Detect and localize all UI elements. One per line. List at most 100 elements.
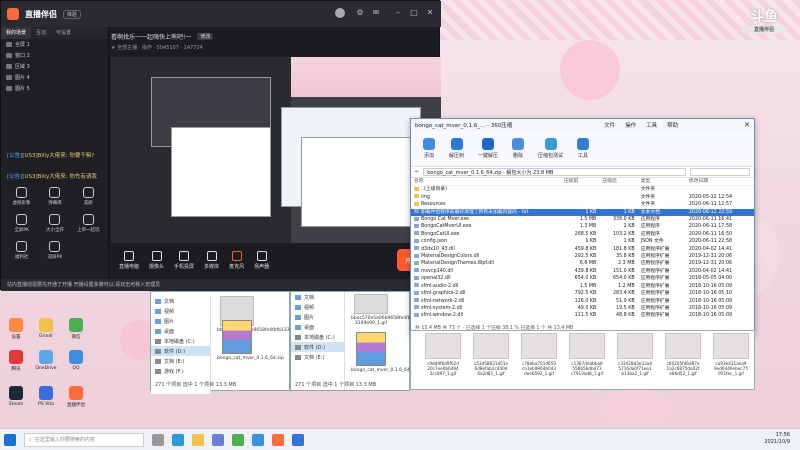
taskbar-clock[interactable]: 17:56 2021/10/9 bbox=[764, 432, 790, 446]
menu-tools[interactable]: 工具 bbox=[646, 121, 657, 129]
close-icon[interactable]: ✕ bbox=[744, 121, 750, 129]
sidebar-item-video[interactable]: 视频 bbox=[151, 306, 210, 316]
source-camera[interactable]: 摄像头 bbox=[149, 251, 164, 270]
desktop-icon[interactable]: QQ bbox=[64, 350, 88, 371]
sidebar-item-d-drive[interactable]: 软件 (D:) bbox=[291, 342, 344, 352]
menu-operate[interactable]: 操作 bbox=[625, 121, 636, 129]
tool-fullsize[interactable]: 大小全开 bbox=[38, 214, 71, 233]
wechat-icon[interactable] bbox=[232, 433, 244, 446]
zip-app-icon[interactable] bbox=[292, 433, 304, 446]
table-row[interactable]: img 文件夹 2020-05-12 12:54 bbox=[411, 194, 754, 201]
menu-file[interactable]: 文件 bbox=[604, 121, 615, 129]
sidebar-item-video[interactable]: 视频 bbox=[291, 302, 344, 312]
app-badge[interactable]: 体验 bbox=[63, 9, 82, 19]
table-row[interactable]: sfml-system-2.dll 49.0 KB 19.5 KB 应用程序扩展 201… bbox=[411, 305, 754, 312]
col-size[interactable]: 压缩前 bbox=[561, 178, 600, 187]
thumbnail-item[interactable]: c1387ddabba8 556b5bdb473 c7913ad8_1.gif bbox=[567, 333, 607, 376]
sidebar-item-desktop[interactable]: 桌面 bbox=[151, 326, 210, 336]
tool-beauty[interactable]: 美颜 bbox=[72, 187, 105, 206]
tool-danmaku[interactable]: 弹幕库 bbox=[38, 187, 71, 206]
table-row[interactable]: config.json 1 KB 1 KB JSON 文件 2020-06-11 22:… bbox=[411, 238, 754, 245]
table-row[interactable]: Bongo Cat Mver.exe 1.5 MB 338.0 KB 应用程序 2020… bbox=[411, 216, 754, 223]
store-icon[interactable] bbox=[212, 433, 224, 446]
source-media[interactable]: 多媒体 bbox=[204, 251, 219, 270]
desktop-icon[interactable]: Grindr bbox=[34, 318, 58, 339]
folder-icon[interactable] bbox=[192, 433, 204, 446]
table-row[interactable]: BongoCatUI.exe 268.5 KB 103.2 KB 应用程序 2020-0… bbox=[411, 231, 754, 238]
extract-to-button[interactable]: 解压到 bbox=[449, 138, 464, 159]
gear-icon[interactable]: ⚙ bbox=[355, 8, 365, 18]
tool-pk[interactable]: 全屏PK bbox=[5, 214, 38, 233]
file-item[interactable]: bongo_cat_mver_0.1.6_64.zip bbox=[217, 320, 284, 361]
sidebar-item-pictures[interactable]: 图片 bbox=[151, 316, 210, 326]
minimize-icon[interactable]: – bbox=[393, 8, 403, 18]
desktop-icon[interactable]: 微信 bbox=[64, 318, 88, 340]
tab-interact[interactable]: 互动 bbox=[31, 27, 51, 39]
sidebar-item-e-drive[interactable]: 文档 (E:) bbox=[291, 352, 344, 362]
scene-item[interactable]: 图片 5 bbox=[1, 83, 108, 94]
sidebar-item-f-drive[interactable]: 游戏 (F:) bbox=[151, 366, 210, 376]
stream-preview[interactable] bbox=[111, 57, 441, 243]
desktop-icon[interactable]: 直播伴侣 bbox=[64, 386, 88, 408]
col-type[interactable]: 类型 bbox=[637, 178, 686, 187]
table-row[interactable]: msvcp140.dll 439.8 KB 151.0 KB 应用程序扩展 2020-0… bbox=[411, 268, 754, 275]
stream-app-icon[interactable] bbox=[272, 433, 284, 446]
tool-avatar[interactable]: 虚拟形象 bbox=[5, 187, 38, 206]
close-icon[interactable]: ✕ bbox=[425, 8, 435, 18]
taskbar-search[interactable]: ⌕ 在这里输入你要搜索的内容 bbox=[24, 432, 144, 447]
scene-item[interactable]: 图片 4 bbox=[1, 72, 108, 83]
avatar[interactable] bbox=[335, 8, 345, 18]
col-name[interactable]: 名称 bbox=[411, 178, 561, 187]
table-row[interactable]: ..(上级目录) 文件夹 bbox=[411, 186, 754, 194]
desktop-icon[interactable]: PS Vita bbox=[34, 386, 58, 407]
sidebar-item-desktop[interactable]: 桌面 bbox=[291, 322, 344, 332]
tool-dual-pk[interactable]: 双屏PK bbox=[38, 241, 71, 260]
table-row[interactable]: sfml-graphics-2.dll 792.5 KB 283.4 KB 应用程序扩… bbox=[411, 290, 754, 297]
mail-icon[interactable]: ✉ bbox=[371, 8, 381, 18]
desktop-icon[interactable]: Steam bbox=[4, 386, 28, 407]
mic-toggle[interactable]: 麦克风 bbox=[229, 251, 244, 270]
sidebar-item-d-drive[interactable]: 软件 (D:) bbox=[151, 346, 210, 356]
desktop-icon[interactable]: 腾讯 bbox=[4, 350, 28, 372]
tool-play-together[interactable]: 上单一起玩 bbox=[72, 214, 105, 233]
menu-help[interactable]: 帮助 bbox=[667, 121, 678, 129]
table-row[interactable]: sfml-audio-2.dll 1.5 MB 1.2 MB 应用程序扩展 2018-1… bbox=[411, 283, 754, 290]
desktop-icon[interactable]: 设置 bbox=[4, 318, 28, 340]
sidebar-item-pictures[interactable]: 图片 bbox=[291, 312, 344, 322]
thumbnail-item[interactable]: c9dd9f6d9f62d 20c7ee0b6d94 3cc897_1.gif bbox=[423, 333, 463, 376]
sidebar-item-docs[interactable]: 文档 bbox=[291, 292, 344, 302]
file-item[interactable]: bongo_cat_mver_0.1.6_64.zip bbox=[351, 332, 418, 373]
table-row[interactable]: openal32.dll 654.0 KB 654.0 KB 应用程序扩展 2018-0… bbox=[411, 275, 754, 282]
edge-icon[interactable] bbox=[172, 433, 184, 446]
table-row[interactable]: 卸载伴侣程序前最好清理了所有未加载内容的 - txt 1 KB 1 KB 文本文档 20… bbox=[411, 208, 754, 217]
desktop-icon[interactable]: OneDrive bbox=[34, 350, 58, 371]
table-row[interactable]: BongoCatMverUI.exe 1.3 MB 2 KB 应用程序 2020-06-… bbox=[411, 223, 754, 230]
scene-item[interactable]: 窗口 2 bbox=[1, 50, 108, 61]
sidebar-item-c-drive[interactable]: 本地磁盘 (C:) bbox=[151, 336, 210, 346]
col-modified[interactable]: 修改日期 bbox=[685, 178, 754, 187]
table-row[interactable]: Resources 文件夹 2020-06-11 12:57 bbox=[411, 201, 754, 208]
table-row[interactable]: d3dx10_43.dll 459.8 KB 181.8 KB 应用程序扩展 2020-… bbox=[411, 246, 754, 253]
file-item[interactable]: bbac570e5a06b9658fe4fbfb13 3149e90_1.gif bbox=[351, 294, 421, 326]
qq-icon[interactable] bbox=[252, 433, 264, 446]
windows-start-icon[interactable] bbox=[4, 433, 16, 446]
back-icon[interactable]: ← bbox=[415, 169, 419, 175]
zip-search-input[interactable] bbox=[690, 168, 750, 176]
table-row[interactable]: MaterialDesignColors.dll 292.5 KB 35.8 KB 应… bbox=[411, 253, 754, 260]
col-packed[interactable]: 压缩后 bbox=[599, 178, 638, 187]
thumbnail-item[interactable]: ca93e431aea9 9ed6446ebec75 951fec_1.gif bbox=[711, 333, 751, 376]
thumbnail-item[interactable]: c53d58831d01e 6d8efab2c440d 6a2d81_1.gif bbox=[471, 333, 511, 376]
task-view-icon[interactable] bbox=[152, 433, 164, 446]
thumbnail-item[interactable]: c33428d3e33a4 5716da0f71ee1 b13ba2_1.gif bbox=[615, 333, 655, 376]
tab-settings[interactable]: 可设置 bbox=[51, 27, 76, 39]
table-row[interactable]: MaterialDesignThemes.Wpf.dll 6.6 MB 2.3 MB… bbox=[411, 260, 754, 267]
add-button[interactable]: 添加 bbox=[423, 138, 435, 159]
speaker-toggle[interactable]: 扬声器 bbox=[254, 251, 269, 270]
table-row[interactable]: sfml-window-2.dll 111.5 KB 48.8 KB 应用程序扩展 20… bbox=[411, 312, 754, 319]
sidebar-item-e-drive[interactable]: 文档 (E:) bbox=[151, 356, 210, 366]
scene-item[interactable]: 区域 3 bbox=[1, 61, 108, 72]
source-pc[interactable]: 直播电脑 bbox=[119, 251, 139, 270]
thumbnail-item[interactable]: c78eba701d650 ca1eb9964b0d3 dee6592_1.gi… bbox=[519, 333, 559, 376]
test-archive-button[interactable]: 压缩包测试 bbox=[538, 138, 563, 159]
zip-path[interactable]: bongo_cat_mver_0.1.6_64.zip - 解包大小为 23.8… bbox=[423, 168, 686, 176]
